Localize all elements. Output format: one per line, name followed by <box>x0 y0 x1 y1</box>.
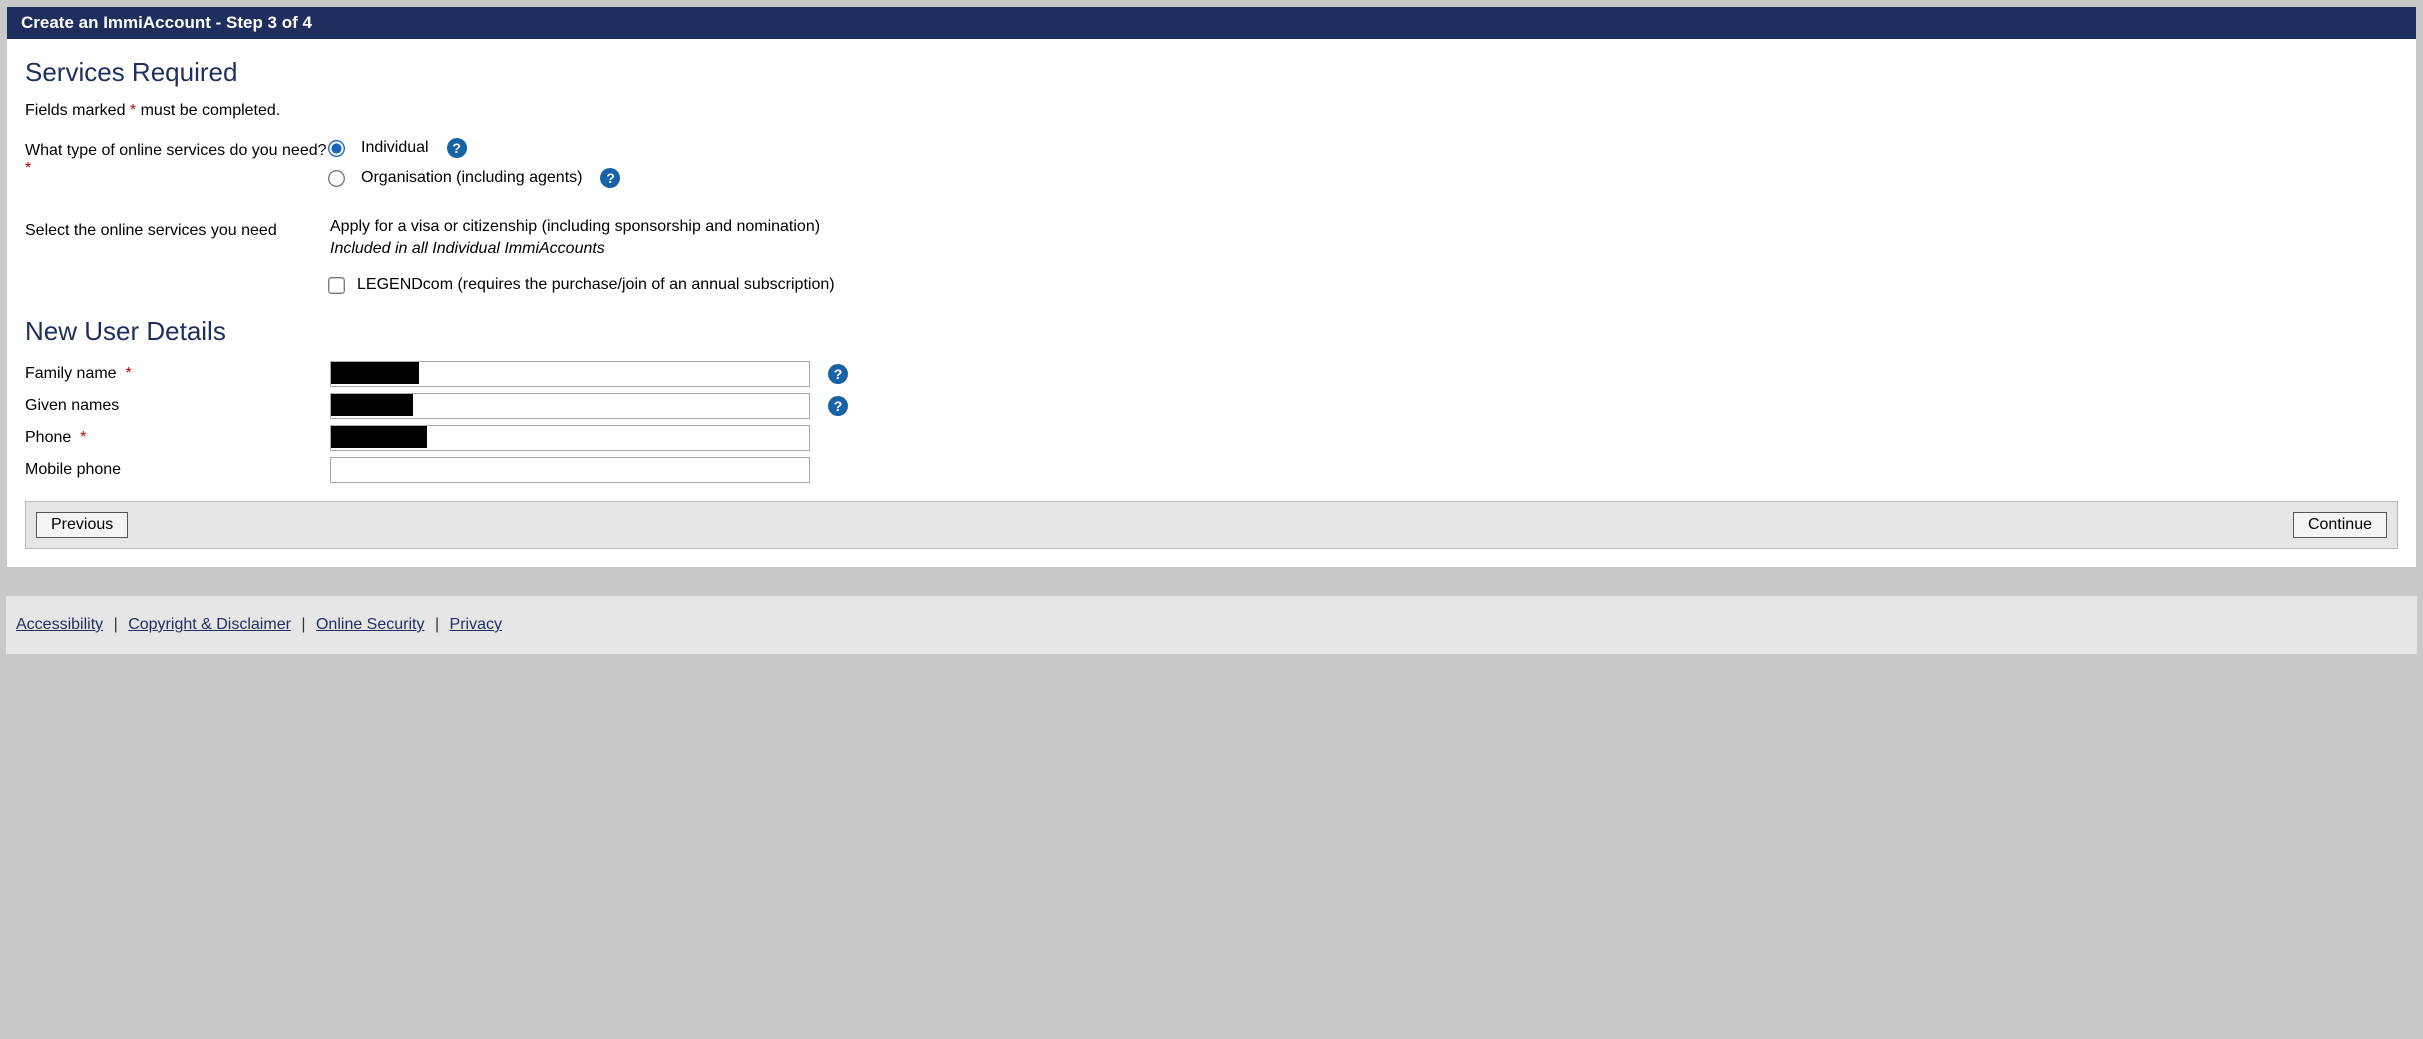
service-type-label: What type of online services do you need… <box>25 138 330 178</box>
visa-service-note: Included in all Individual ImmiAccounts <box>330 240 2398 258</box>
redacted-block <box>331 426 427 448</box>
previous-button[interactable]: Previous <box>36 512 128 538</box>
checkbox-legendcom[interactable] <box>328 277 345 294</box>
continue-button[interactable]: Continue <box>2293 512 2387 538</box>
footer-link-accessibility[interactable]: Accessibility <box>16 616 103 633</box>
phone-label: Phone * <box>25 429 330 447</box>
form-panel: Create an ImmiAccount - Step 3 of 4 Serv… <box>6 6 2417 568</box>
mobile-phone-label: Mobile phone <box>25 461 330 479</box>
required-hint: Fields marked * must be completed. <box>25 102 2398 120</box>
legendcom-label: LEGENDcom (requires the purchase/join of… <box>357 276 835 294</box>
footer-link-security[interactable]: Online Security <box>316 616 425 633</box>
help-icon[interactable]: ? <box>447 138 467 158</box>
radio-individual[interactable] <box>328 140 345 157</box>
select-services-label: Select the online services you need <box>25 218 330 240</box>
redacted-block <box>331 394 413 416</box>
radio-individual-label: Individual <box>361 139 429 157</box>
help-icon[interactable]: ? <box>600 168 620 188</box>
family-name-label: Family name * <box>25 365 330 383</box>
mobile-phone-field[interactable] <box>330 457 810 483</box>
radio-organisation[interactable] <box>328 170 345 187</box>
help-icon[interactable]: ? <box>828 396 848 416</box>
services-heading: Services Required <box>25 57 2398 88</box>
footer: Accessibility | Copyright & Disclaimer |… <box>6 596 2417 654</box>
footer-link-copyright[interactable]: Copyright & Disclaimer <box>128 616 291 633</box>
radio-organisation-label: Organisation (including agents) <box>361 169 582 187</box>
redacted-block <box>331 362 419 384</box>
given-names-label: Given names <box>25 397 330 415</box>
panel-title: Create an ImmiAccount - Step 3 of 4 <box>7 7 2416 39</box>
help-icon[interactable]: ? <box>828 364 848 384</box>
button-bar: Previous Continue <box>25 501 2398 549</box>
footer-link-privacy[interactable]: Privacy <box>450 616 502 633</box>
user-heading: New User Details <box>25 316 2398 347</box>
visa-service-text: Apply for a visa or citizenship (includi… <box>330 218 2398 236</box>
